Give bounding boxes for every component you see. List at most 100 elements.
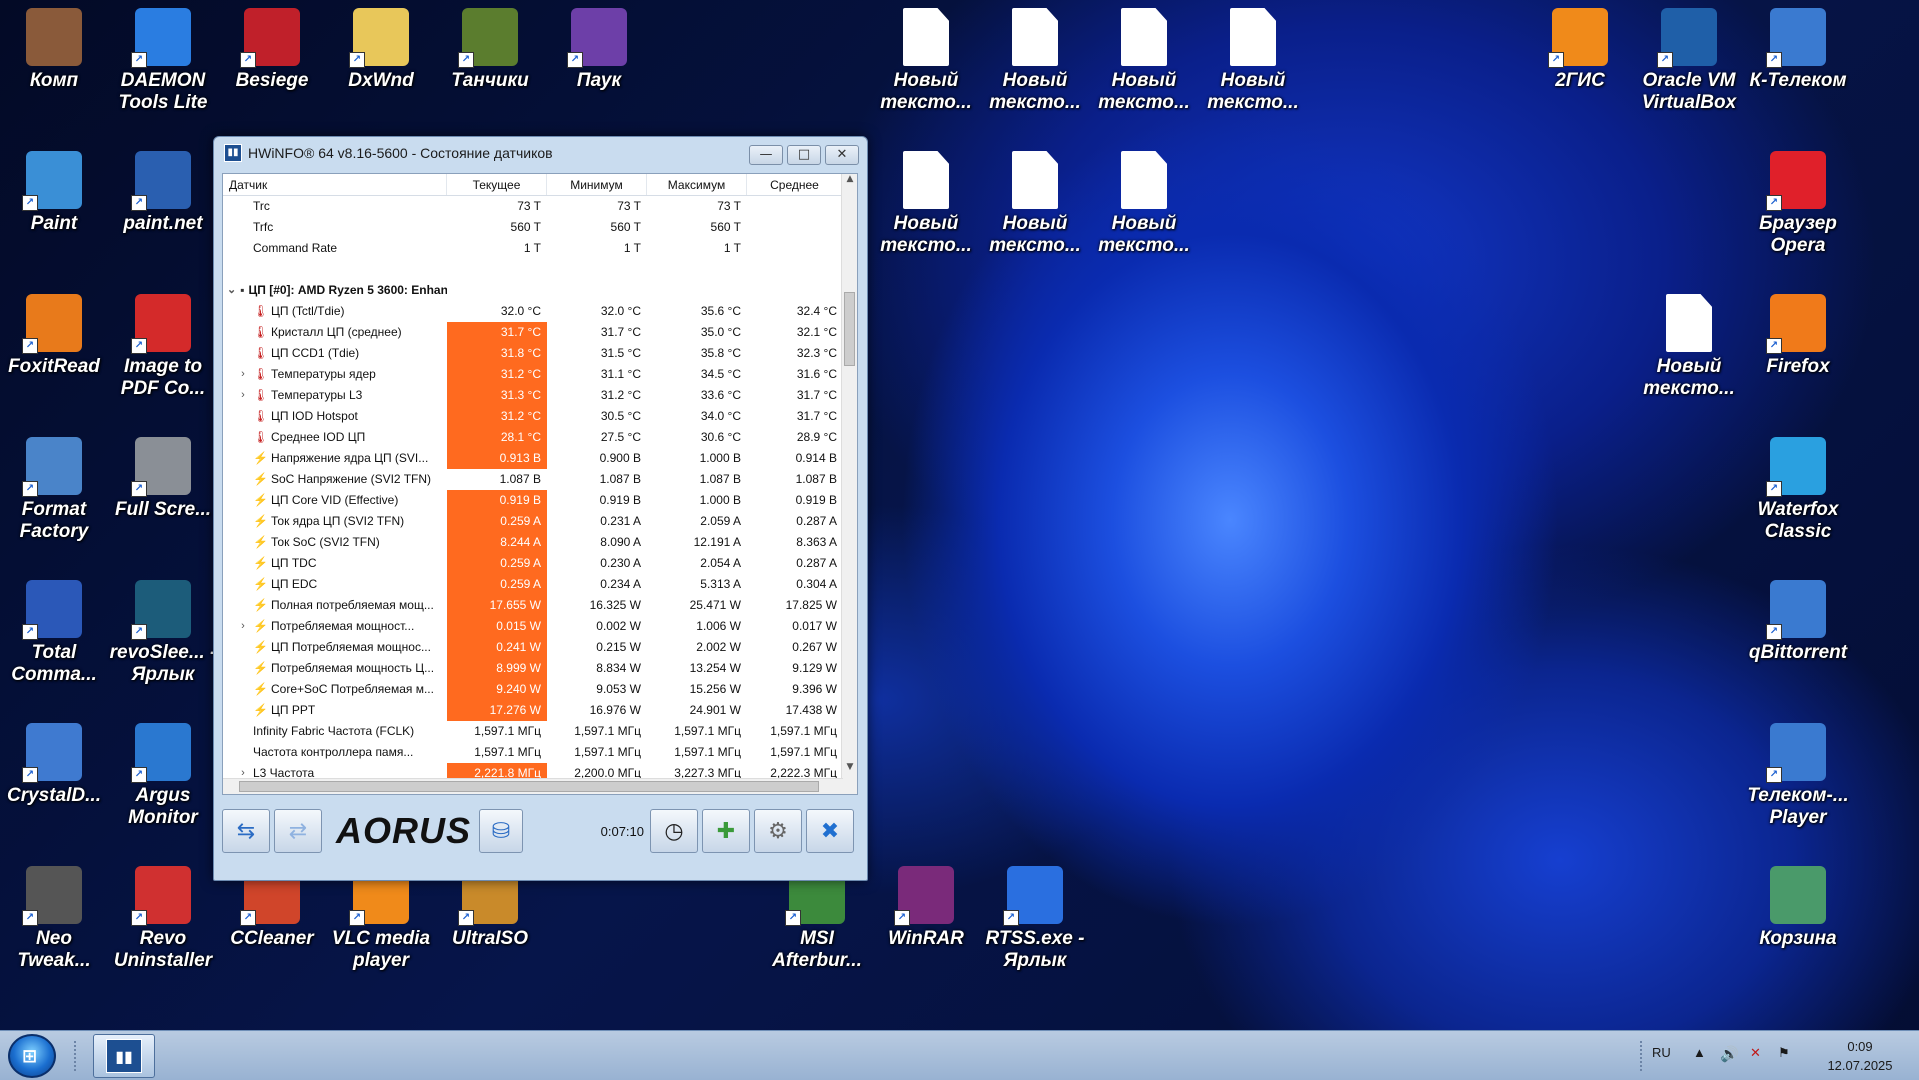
column-header-current[interactable]: Текущее: [447, 174, 547, 195]
expand-chevron-icon[interactable]: ›: [237, 364, 249, 385]
expand-chevron-icon[interactable]: ›: [237, 385, 249, 406]
desktop-icon[interactable]: ↗ paint.net: [108, 151, 218, 235]
scroll-up-icon[interactable]: ▲: [842, 174, 857, 190]
desktop-icon[interactable]: ↗ Браузер Opera: [1743, 151, 1853, 257]
table-row[interactable]: ◷Trc73 T73 T73 T: [223, 196, 857, 217]
table-row[interactable]: ⚡ Потребляемая мощность Ц... 8.999 W 8.834 …: [223, 658, 857, 679]
settings-gear-icon[interactable]: ⚙: [754, 809, 802, 853]
table-row[interactable]: 🌡 ЦП IOD Hotspot 31.2 °C 30.5 °C 34.0 °C 31.7…: [223, 406, 857, 427]
desktop-icon[interactable]: ↗ Besiege: [217, 8, 327, 92]
add-report-icon[interactable]: ✚: [702, 809, 750, 853]
table-row[interactable]: › 🌡 Температуры ядер 31.2 °C 31.1 °C 34.5 °C 3…: [223, 364, 857, 385]
table-row[interactable]: ⚡ Core+SoC Потребляемая м... 9.240 W 9.053 …: [223, 679, 857, 700]
desktop-icon[interactable]: ↗ VLC media player: [326, 866, 436, 972]
volume-icon[interactable]: 🔊: [1720, 1045, 1739, 1063]
desktop-icon[interactable]: Новый тексто...: [871, 151, 981, 257]
table-row[interactable]: 🌡 Кристалл ЦП (среднее) 31.7 °C 31.7 °C 35.0…: [223, 322, 857, 343]
table-row[interactable]: 🌡 ЦП (Tctl/Tdie) 32.0 °C 32.0 °C 35.6 °C 32.4…: [223, 301, 857, 322]
column-header-max[interactable]: Максимум: [647, 174, 747, 195]
desktop-icon[interactable]: Новый тексто...: [1089, 8, 1199, 114]
desktop-icon[interactable]: ↗ Image to PDF Co...: [108, 294, 218, 400]
desktop-icon[interactable]: Новый тексто...: [980, 151, 1090, 257]
desktop-icon[interactable]: ↗ Full Scre...: [108, 437, 218, 521]
desktop-icon[interactable]: ↗ Neo Tweak...: [0, 866, 109, 972]
action-center-icon[interactable]: ⚑: [1778, 1045, 1790, 1061]
sensor-group-row[interactable]: ⌄ ▪ ЦП [#0]: AMD Ryzen 5 3600: Enhanced: [223, 280, 857, 301]
navigate-back-icon[interactable]: ⇆: [222, 809, 270, 853]
table-row[interactable]: ⚡ ЦП PPT 17.276 W 16.976 W 24.901 W 17.438 W: [223, 700, 857, 721]
table-row[interactable]: ⚡ Полная потребляемая мощ... 17.655 W 16.32…: [223, 595, 857, 616]
table-row[interactable]: ⚡ ЦП Потребляемая мощнос... 0.241 W 0.215 W…: [223, 637, 857, 658]
table-row[interactable]: 🌡 ЦП CCD1 (Tdie) 31.8 °C 31.5 °C 35.8 °C 32.3…: [223, 343, 857, 364]
desktop-icon[interactable]: ↗ Paint: [0, 151, 109, 235]
desktop-icon[interactable]: ↗ DAEMON Tools Lite: [108, 8, 218, 114]
desktop-icon[interactable]: ↗ Format Factory: [0, 437, 109, 543]
desktop-icon[interactable]: ↗ Oracle VM VirtualBox: [1634, 8, 1744, 114]
taskbar-item-hwinfo[interactable]: ▮▮: [93, 1034, 155, 1078]
sensor-table[interactable]: Датчик Текущее Минимум Максимум Среднее …: [222, 173, 858, 795]
maximize-button[interactable]: □: [787, 145, 821, 165]
desktop-icon[interactable]: Новый тексто...: [871, 8, 981, 114]
table-row[interactable]: › ⚡ Потребляемая мощност... 0.015 W 0.002 W 1…: [223, 616, 857, 637]
horizontal-scrollbar[interactable]: [223, 778, 843, 794]
desktop-icon[interactable]: Новый тексто...: [980, 8, 1090, 114]
taskbar-grip[interactable]: [74, 1041, 80, 1071]
desktop-icon[interactable]: ↗ Total Comma...: [0, 580, 109, 686]
show-hidden-icons-icon[interactable]: ▲: [1693, 1045, 1706, 1060]
table-row[interactable]: ⚡ Ток SoC (SVI2 TFN) 8.244 A 8.090 A 12.191 …: [223, 532, 857, 553]
desktop-icon[interactable]: Новый тексто...: [1634, 294, 1744, 400]
hwinfo-window[interactable]: ▮▮ HWiNFO® 64 v8.16-5600 - Состояние дат…: [213, 136, 868, 881]
navigate-forward-icon[interactable]: ⇄: [274, 809, 322, 853]
desktop-icon[interactable]: Комп: [0, 8, 109, 92]
language-indicator[interactable]: RU: [1652, 1045, 1671, 1060]
desktop-icon[interactable]: ↗ Firefox: [1743, 294, 1853, 378]
desktop-icon[interactable]: ↗ Revo Uninstaller: [108, 866, 218, 972]
vertical-scrollbar[interactable]: ▲ ▼: [841, 174, 857, 794]
table-row[interactable]: ⚡ Ток ядра ЦП (SVI2 TFN) 0.259 A 0.231 A 2.0…: [223, 511, 857, 532]
table-row[interactable]: ⚡ ЦП TDC 0.259 A 0.230 A 2.054 A 0.287 A: [223, 553, 857, 574]
table-row[interactable]: ◷Infinity Fabric Частота (FCLK)1,597.1 М…: [223, 721, 857, 742]
table-row[interactable]: ⚡ SoC Напряжение (SVI2 TFN) 1.087 В 1.087 В…: [223, 469, 857, 490]
table-row[interactable]: ◷Trfc560 T560 T560 T: [223, 217, 857, 238]
table-row[interactable]: › 🌡 Температуры L3 31.3 °C 31.2 °C 33.6 °C 31.…: [223, 385, 857, 406]
desktop-icon[interactable]: ↗ DxWnd: [326, 8, 436, 92]
close-button[interactable]: ✕: [825, 145, 859, 165]
reset-icon[interactable]: ✖: [806, 809, 854, 853]
start-button[interactable]: ⊞: [8, 1034, 56, 1078]
desktop-icon[interactable]: ↗ RTSS.exe - Ярлык: [980, 866, 1090, 972]
table-row[interactable]: ⚡ ЦП Core VID (Effective) 0.919 В 0.919 В 1.…: [223, 490, 857, 511]
desktop-icon[interactable]: Новый тексто...: [1089, 151, 1199, 257]
desktop-icon[interactable]: ↗ CrystalD...: [0, 723, 109, 807]
table-row[interactable]: ◷Частота контроллера памя...1,597.1 МГц1…: [223, 742, 857, 763]
desktop-icon[interactable]: ↗ Waterfox Classic: [1743, 437, 1853, 543]
table-row[interactable]: ⚡ ЦП EDC 0.259 A 0.234 A 5.313 A 0.304 A: [223, 574, 857, 595]
tray-grip[interactable]: [1640, 1041, 1646, 1071]
desktop-icon[interactable]: ↗ WinRAR: [871, 866, 981, 950]
desktop-icon[interactable]: ↗ Телеком-... Player: [1743, 723, 1853, 829]
vertical-scroll-thumb[interactable]: [844, 292, 855, 366]
desktop-icon[interactable]: ↗ Argus Monitor: [108, 723, 218, 829]
desktop-icon[interactable]: ↗ revoSlee... - Ярлык: [108, 580, 218, 686]
table-row[interactable]: ⚡ Напряжение ядра ЦП (SVI... 0.913 В 0.900 …: [223, 448, 857, 469]
desktop-icon[interactable]: Корзина: [1743, 866, 1853, 950]
network-icon[interactable]: ⛁: [479, 809, 524, 853]
column-header-min[interactable]: Минимум: [547, 174, 647, 195]
desktop-icon[interactable]: ↗ MSI Afterbur...: [762, 866, 872, 972]
table-row[interactable]: ◷Command Rate1 T1 T1 T: [223, 238, 857, 259]
expand-chevron-icon[interactable]: ›: [237, 616, 249, 637]
minimize-button[interactable]: —: [749, 145, 783, 165]
desktop-icon[interactable]: ↗ qBittorrent: [1743, 580, 1853, 664]
column-header-sensor[interactable]: Датчик: [223, 174, 447, 195]
desktop-icon[interactable]: ↗ Паук: [544, 8, 654, 92]
clock[interactable]: 0:09 12.07.2025: [1810, 1037, 1910, 1075]
expand-chevron-icon[interactable]: ⌄: [227, 280, 236, 301]
clock-icon[interactable]: ◷: [650, 809, 698, 853]
scroll-down-icon[interactable]: ▼: [842, 762, 857, 778]
table-row[interactable]: 🌡 Среднее IOD ЦП 28.1 °C 27.5 °C 30.6 °C 28.9…: [223, 427, 857, 448]
column-header-avg[interactable]: Среднее: [747, 174, 843, 195]
desktop-icon[interactable]: Новый тексто...: [1198, 8, 1308, 114]
desktop-icon[interactable]: ↗ FoxitRead: [0, 294, 109, 378]
desktop-icon[interactable]: ↗ Танчики: [435, 8, 545, 92]
desktop-icon[interactable]: ↗ 2ГИС: [1525, 8, 1635, 92]
horizontal-scroll-thumb[interactable]: [239, 781, 819, 792]
